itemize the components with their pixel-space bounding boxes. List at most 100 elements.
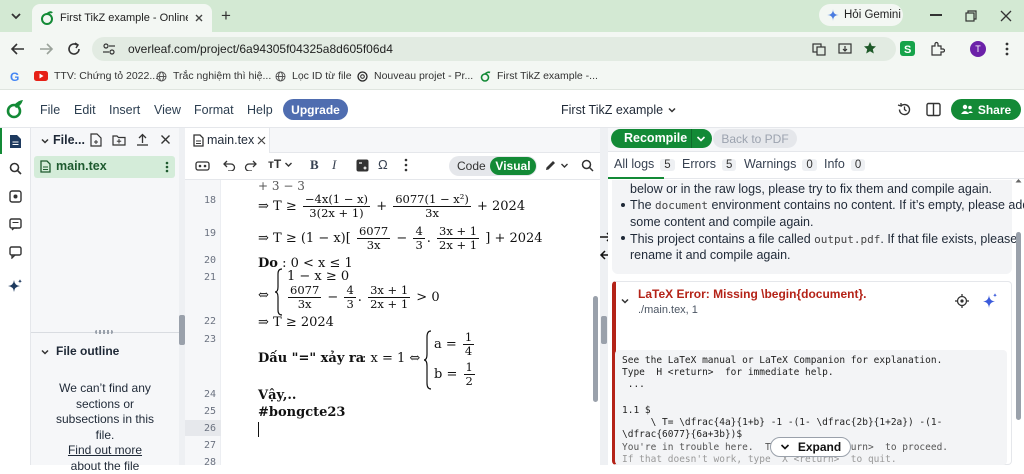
menu-edit[interactable]: Edit xyxy=(74,103,96,117)
new-tab-button[interactable]: + xyxy=(221,6,231,26)
track-changes-dropdown[interactable] xyxy=(544,159,569,172)
bookmark-item[interactable]: Nouveau projet - Pr... xyxy=(357,70,473,82)
back-icon[interactable] xyxy=(10,41,26,57)
editor-tab-main-tex[interactable]: main.tex xyxy=(185,128,270,153)
chevron-down-icon xyxy=(667,105,677,115)
chat-icon[interactable] xyxy=(9,246,22,259)
upgrade-button[interactable]: Upgrade xyxy=(283,99,348,120)
raw-log-line: Type H <return> for immediate help. xyxy=(622,367,834,378)
extensions-puzzle-icon[interactable] xyxy=(930,41,945,56)
reload-icon[interactable] xyxy=(66,41,82,57)
toolbar-toggle-icon[interactable] xyxy=(195,158,210,173)
math-line-22[interactable]: ⇒ T ≥ 2024 xyxy=(258,315,334,330)
scroll-up-icon[interactable] xyxy=(1015,178,1022,183)
menu-format[interactable]: Format xyxy=(194,103,234,117)
bookmark-star-icon[interactable] xyxy=(863,41,877,55)
recompile-button[interactable]: Recompile xyxy=(624,131,687,145)
go-to-location-icon[interactable] xyxy=(955,294,969,308)
upload-icon[interactable] xyxy=(136,133,149,146)
integrations-icon[interactable] xyxy=(9,190,22,203)
search-icon[interactable] xyxy=(581,159,594,172)
math-line-18[interactable]: ⇒ T ≥ −4x(1 − x)3(2x + 1) + 6077(1 − x²)… xyxy=(258,193,525,220)
extension-s-icon[interactable]: S xyxy=(900,41,915,56)
panel-resizer-right[interactable] xyxy=(600,128,608,465)
outline-chevron-icon[interactable] xyxy=(40,347,50,357)
forward-icon[interactable] xyxy=(38,41,54,57)
tab-search-button[interactable] xyxy=(8,8,24,24)
bookmark-item[interactable]: TTV: Chứng tỏ 2022... xyxy=(34,70,158,82)
browser-tab-active[interactable]: First TikZ example - Online LaTe xyxy=(32,4,212,32)
bookmark-item[interactable]: First TikZ example -... xyxy=(480,70,598,82)
error-location[interactable]: ./main.tex, 1 xyxy=(638,304,698,316)
new-file-icon[interactable] xyxy=(90,133,103,147)
menu-view[interactable]: View xyxy=(154,103,181,117)
math-line-25[interactable]: #bongcte23 xyxy=(258,405,345,420)
expand-button[interactable]: Expand xyxy=(770,437,851,457)
share-button[interactable]: Share xyxy=(951,99,1021,120)
log-tab-info[interactable]: Info0 xyxy=(824,157,865,171)
editor-scrollbar-thumb[interactable] xyxy=(593,296,598,402)
log-tab-all[interactable]: All logs5 xyxy=(614,157,675,171)
italic-button[interactable]: I xyxy=(332,157,336,173)
install-app-icon[interactable] xyxy=(838,42,852,56)
button-divider xyxy=(691,129,692,148)
bold-button[interactable]: B xyxy=(310,157,319,173)
log-tab-label: Info xyxy=(824,157,845,171)
file-menu-icon[interactable] xyxy=(165,161,169,173)
bookmark-item[interactable]: Trắc nghiệm thì hiệ... xyxy=(156,70,271,82)
fraction: 12 xyxy=(464,361,475,388)
code-mode-button[interactable]: Code xyxy=(457,159,486,173)
file-tree-icon[interactable] xyxy=(9,134,22,149)
history-icon[interactable] xyxy=(897,102,912,117)
gemini-button[interactable]: Hỏi Gemini xyxy=(819,4,903,26)
ai-assist-sparkle-icon[interactable] xyxy=(8,279,23,294)
ai-fix-sparkle-icon[interactable] xyxy=(982,293,998,309)
more-icon[interactable] xyxy=(400,158,412,172)
search-icon[interactable] xyxy=(9,162,22,175)
denominator: 2 xyxy=(464,375,475,388)
redo-icon[interactable] xyxy=(244,160,257,171)
resize-handle-icon[interactable] xyxy=(95,330,113,334)
close-tab-icon[interactable] xyxy=(194,13,204,23)
minimize-icon[interactable] xyxy=(930,14,942,16)
close-icon[interactable] xyxy=(257,136,266,145)
menu-file[interactable]: File xyxy=(40,103,60,117)
new-folder-icon[interactable] xyxy=(112,134,126,146)
logs-scrollbar-thumb[interactable] xyxy=(1016,232,1021,420)
math-line-24[interactable]: Vậy,.. xyxy=(258,388,296,403)
close-icon[interactable] xyxy=(160,134,171,145)
menu-help[interactable]: Help xyxy=(247,103,273,117)
site-settings-icon[interactable] xyxy=(102,42,116,56)
browser-menu-icon[interactable] xyxy=(1004,42,1010,56)
log-tab-errors[interactable]: Errors5 xyxy=(682,157,736,171)
globe-icon xyxy=(156,71,167,82)
layout-icon[interactable] xyxy=(926,102,941,117)
collapse-handle[interactable] xyxy=(601,316,607,344)
math-icon[interactable] xyxy=(356,159,369,172)
collapse-chevron-icon[interactable] xyxy=(40,136,50,146)
bookmark-item[interactable]: Lọc ID từ file xyxy=(275,70,352,82)
line-number: 26 xyxy=(196,423,216,434)
collapse-chevron-icon[interactable] xyxy=(620,296,630,306)
google-icon[interactable]: G xyxy=(10,70,22,82)
find-out-more-link[interactable]: Find out more xyxy=(31,443,179,459)
error-title[interactable]: LaTeX Error: Missing \begin{document}. xyxy=(638,287,866,301)
restore-icon[interactable] xyxy=(965,10,977,22)
undo-icon[interactable] xyxy=(223,160,236,171)
close-window-icon[interactable] xyxy=(1000,10,1012,22)
text-size-dropdown[interactable]: тT xyxy=(268,157,293,171)
translate-icon[interactable] xyxy=(812,42,826,56)
menu-insert[interactable]: Insert xyxy=(109,103,140,117)
symbol-button[interactable]: Ω xyxy=(378,157,388,172)
log-tab-warnings[interactable]: Warnings0 xyxy=(744,157,817,171)
profile-avatar[interactable]: T xyxy=(970,41,986,57)
math-line-19[interactable]: ⇒ T ≥ (1 − x)[ 60773x − 43. 3x + 12x + 1… xyxy=(258,225,543,252)
review-icon[interactable] xyxy=(9,218,22,231)
back-to-pdf-button[interactable]: Back to PDF xyxy=(713,129,797,148)
project-title-menu[interactable]: First TikZ example xyxy=(561,103,677,117)
recompile-options-chevron-icon[interactable] xyxy=(696,134,706,144)
file-tree-item-main-tex[interactable]: main.tex xyxy=(34,156,175,178)
visual-mode-button[interactable]: Visual xyxy=(490,157,536,175)
address-bar[interactable]: overleaf.com/project/6a94305f04325a8d605… xyxy=(92,37,896,61)
overleaf-logo-icon[interactable] xyxy=(6,99,24,119)
